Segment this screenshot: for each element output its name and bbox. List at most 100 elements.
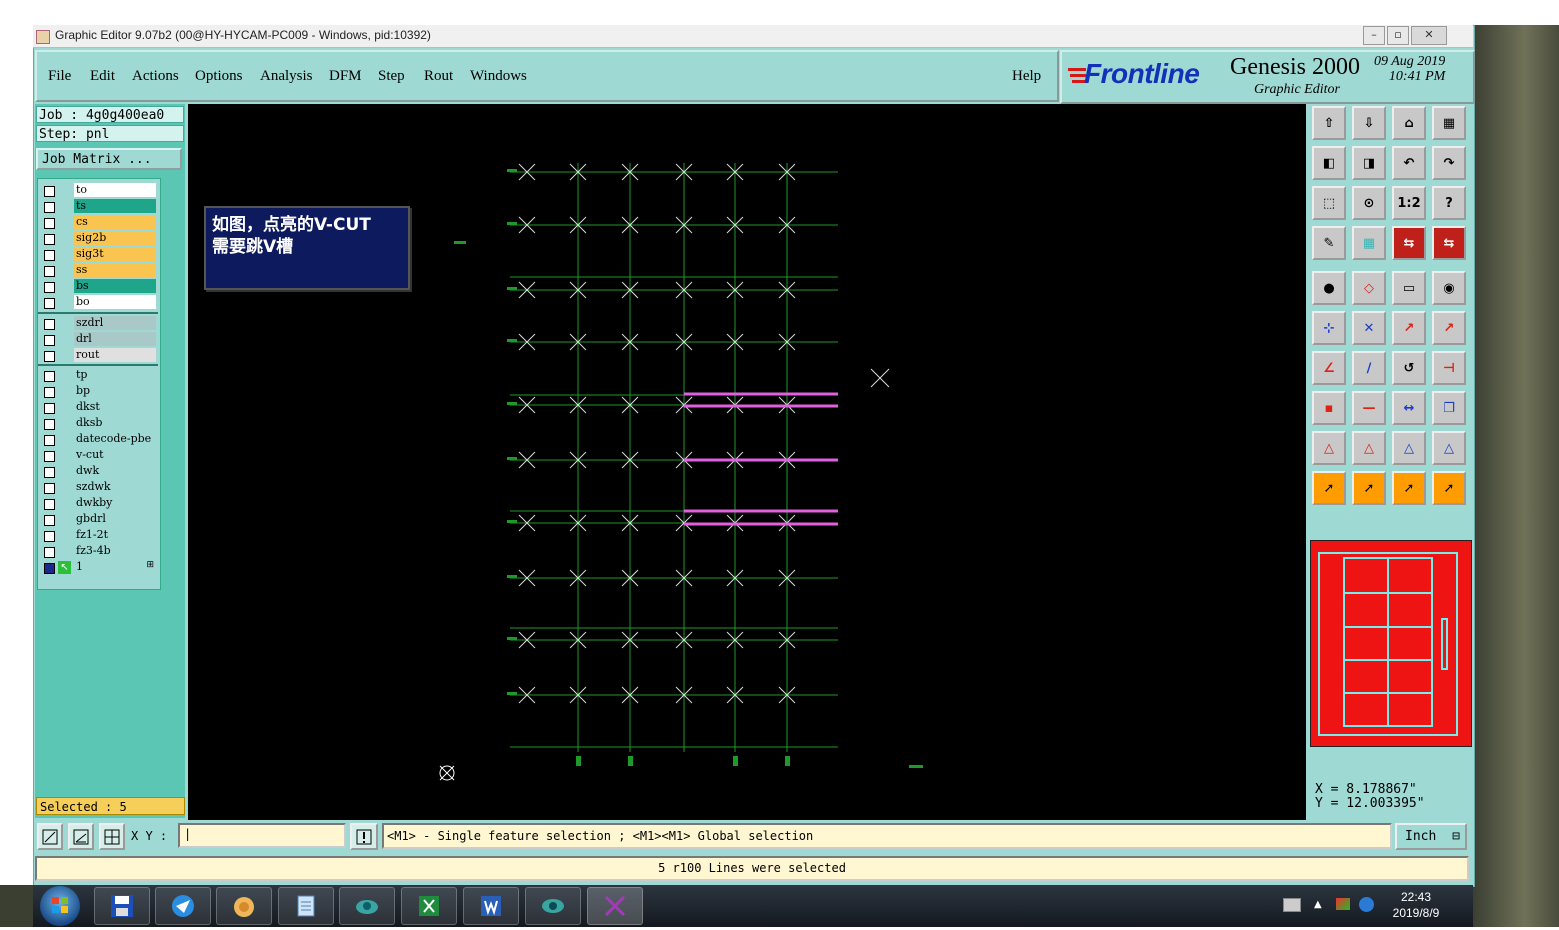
grid-icon[interactable]: ▦ [1352,226,1386,260]
arc-icon[interactable]: ↺ [1392,351,1426,385]
layer-checkbox[interactable] [44,515,55,526]
tray-expand-icon[interactable]: ▲ [1314,899,1322,910]
zoom-home-icon[interactable]: ⊙ [1352,186,1386,220]
taskbar-notepad-app[interactable] [278,887,334,925]
layer-checkbox[interactable] [44,218,55,229]
layer-name[interactable]: 1 [74,560,156,574]
undo-icon[interactable]: ↶ [1392,146,1426,180]
node-icon[interactable]: ⊹ [1312,311,1346,345]
xy-input[interactable]: | [178,823,346,848]
layer-name[interactable]: dksb [74,416,156,430]
tray-network-icon[interactable] [1359,897,1374,912]
layer-name[interactable]: sig3t [74,247,156,261]
taskbar-word-app[interactable] [463,887,519,925]
draw-icon[interactable]: ∕ [1352,351,1386,385]
layer-checkbox[interactable] [44,435,55,446]
layer-row[interactable]: dwkby [38,496,158,511]
layer-name[interactable]: ts [74,199,156,213]
layer-checkbox[interactable] [44,483,55,494]
line-icon[interactable]: ∠ [1312,351,1346,385]
home-icon[interactable]: ⌂ [1392,106,1426,140]
taskbar-excel-app[interactable] [401,887,457,925]
menu-actions[interactable]: Actions [132,68,179,85]
layer-name[interactable]: fz1-2t [74,528,156,542]
select-route-icon[interactable]: ➚ [1432,471,1466,505]
taskbar-eye-app[interactable] [525,887,581,925]
layer-row[interactable]: fz3-4b [38,544,158,559]
taskbar-save-app[interactable] [94,887,150,925]
ruler-icon[interactable]: ▭ [1392,271,1426,305]
cross-icon[interactable]: ✕ [1352,311,1386,345]
layer-row[interactable]: gbdrl [38,512,158,527]
layer-checkbox[interactable] [44,467,55,478]
layer-checkbox[interactable] [44,419,55,430]
connect-icon[interactable]: ↗ [1392,311,1426,345]
layer-row[interactable]: fz1-2t [38,528,158,543]
select-poly-icon[interactable]: ➚ [1392,471,1426,505]
layer-row[interactable]: tp [38,368,158,383]
layer-row[interactable]: datecode-pbe [38,432,158,447]
layer-checkbox[interactable] [44,403,55,414]
layer-row[interactable]: rout [38,348,158,363]
pad-icon[interactable]: ● [1312,271,1346,305]
triangle-a-icon[interactable]: △ [1352,431,1386,465]
layer-checkbox[interactable] [44,298,55,309]
layer-name[interactable]: v-cut [74,448,156,462]
triangle-icon[interactable]: △ [1312,431,1346,465]
menu-analysis[interactable]: Analysis [260,68,313,85]
layer-row[interactable]: sig3t [38,247,158,262]
layer-row[interactable]: cs [38,215,158,230]
maximize-button[interactable]: ▫ [1387,26,1409,45]
panel-icon[interactable]: ▦ [1432,106,1466,140]
layer-checkbox[interactable] [44,266,55,277]
layer-name[interactable]: szdwk [74,480,156,494]
layer-checkbox[interactable] [44,234,55,245]
close-button[interactable]: ✕ [1411,26,1447,45]
layer-name[interactable]: to [74,183,156,197]
tray-app-icon[interactable] [1336,898,1350,910]
circle-icon[interactable]: ◉ [1432,271,1466,305]
layer-row[interactable]: bs [38,279,158,294]
layer-row[interactable]: szdwk [38,480,158,495]
triangle-b-icon[interactable]: △ [1392,431,1426,465]
layer-name[interactable]: dwkby [74,496,156,510]
text-icon[interactable]: ⊣ [1432,351,1466,385]
layer-row[interactable]: ss [38,263,158,278]
snap-icon[interactable]: ⇆ [1392,226,1426,260]
minimize-button[interactable]: – [1363,26,1385,45]
taskbar-network-app[interactable] [339,887,395,925]
layer-checkbox[interactable] [44,202,55,213]
triangle-c-icon[interactable]: △ [1432,431,1466,465]
menu-step[interactable]: Step [378,68,405,85]
layer-name[interactable]: dkst [74,400,156,414]
layer-name[interactable]: fz3-4b [74,544,156,558]
layer-checkbox[interactable] [44,282,55,293]
select-box-icon[interactable]: ➚ [1352,471,1386,505]
layer-row[interactable]: szdrl [38,316,158,331]
job-matrix-button[interactable]: Job Matrix ... [36,148,182,170]
zoom-fit-icon[interactable]: ⬚ [1312,186,1346,220]
layer-checkbox[interactable] [44,531,55,542]
layer-checkbox[interactable] [44,387,55,398]
contour-icon[interactable]: ❐ [1432,391,1466,425]
scale-1-2-icon[interactable]: 1:2 [1392,186,1426,220]
select-icon[interactable]: ➚ [1312,471,1346,505]
alert-icon[interactable] [350,823,378,850]
prev-icon[interactable]: ◧ [1312,146,1346,180]
redo-icon[interactable]: ↷ [1432,146,1466,180]
link-icon[interactable]: ↗ [1432,311,1466,345]
dimension-icon[interactable]: ↔ [1392,391,1426,425]
layer-checkbox[interactable] [44,547,55,558]
pad-add-icon[interactable]: ▪ [1312,391,1346,425]
layer-row[interactable]: bp [38,384,158,399]
layer-name[interactable]: bo [74,295,156,309]
menu-edit[interactable]: Edit [90,68,115,85]
menu-rout[interactable]: Rout [424,68,453,85]
menu-windows[interactable]: Windows [470,68,527,85]
layer-row[interactable]: ts [38,199,158,214]
next-icon[interactable]: ◨ [1352,146,1386,180]
save-icon[interactable]: ⇩ [1352,106,1386,140]
layer-row[interactable]: dksb [38,416,158,431]
unit-selector[interactable]: Inch ⊟ [1395,823,1467,850]
minimap[interactable] [1310,540,1472,747]
